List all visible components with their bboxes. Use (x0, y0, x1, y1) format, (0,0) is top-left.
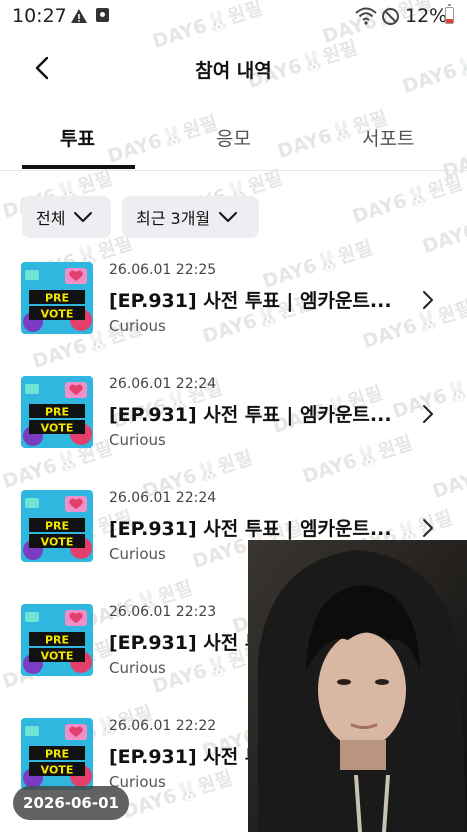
chevron-down-icon (219, 212, 238, 222)
thumb-line1: PRE (45, 634, 69, 647)
item-date: 26.06.01 22:25 (109, 262, 217, 278)
item-title: [EP.931] 사전 투표 | 엠카운트... (109, 290, 392, 312)
thumb-line2: VOTE (41, 308, 74, 321)
thumb-line2: VOTE (41, 764, 74, 777)
thumb-line1: PRE (45, 406, 69, 419)
notification-icon (96, 8, 109, 22)
tab-vote[interactable]: 투표 (60, 124, 95, 151)
item-subtitle: Curious (109, 431, 166, 449)
period-filter-label: 최근 3개월 (136, 209, 211, 228)
page-title: 참여 내역 (195, 60, 272, 82)
item-subtitle: Curious (109, 317, 166, 335)
item-subtitle: Curious (109, 545, 166, 563)
item-date: 26.06.01 22:22 (109, 718, 217, 734)
thumb-line2: VOTE (41, 422, 74, 435)
period-filter-dropdown[interactable]: 최근 3개월 (122, 196, 259, 238)
do-not-disturb-icon (381, 7, 400, 30)
item-title: [EP.931] 사전 투표 | 엠카운트... (109, 404, 392, 426)
wifi-icon (355, 7, 377, 29)
pre-vote-thumbnail: PRE VOTE (21, 604, 93, 676)
chevron-down-icon (74, 212, 93, 222)
app-header: 참여 내역 (0, 40, 467, 96)
tab-bar: 투표 응모 서포트 (0, 108, 467, 171)
item-date: 26.06.01 22:23 (109, 604, 217, 620)
item-title: [EP.931] 사전 투표 | 엠카운트... (109, 518, 392, 540)
status-bar: 10:27 12% (0, 0, 467, 34)
active-tab-indicator (22, 165, 135, 169)
thumb-line2: VOTE (41, 650, 74, 663)
scope-filter-dropdown[interactable]: 전체 (22, 196, 111, 238)
item-date: 26.06.01 22:24 (109, 490, 217, 506)
tab-apply[interactable]: 응모 (216, 124, 251, 151)
chevron-right-icon (423, 405, 433, 423)
status-time: 10:27 (12, 5, 67, 27)
pre-vote-thumbnail: PRE VOTE (21, 262, 93, 334)
pre-vote-thumbnail: PRE VOTE (21, 376, 93, 448)
thumb-line1: PRE (45, 292, 69, 305)
battery-percent: 12% (405, 5, 448, 27)
video-pip-overlay[interactable] (248, 540, 467, 832)
vote-history-item[interactable]: PRE VOTE 26.06.01 22:24 [EP.931] 사전 투표 |… (0, 376, 467, 476)
thumb-line2: VOTE (41, 536, 74, 549)
chevron-right-icon (423, 291, 433, 309)
item-date: 26.06.01 22:24 (109, 376, 217, 392)
pre-vote-thumbnail: PRE VOTE (21, 718, 93, 790)
tab-support[interactable]: 서포트 (362, 124, 414, 151)
chevron-right-icon (423, 519, 433, 537)
warning-icon (70, 8, 88, 28)
date-chip: 2026-06-01 (13, 786, 129, 820)
person-photo (248, 540, 467, 832)
thumb-line1: PRE (45, 520, 69, 533)
pre-vote-thumbnail: PRE VOTE (21, 490, 93, 562)
thumb-line1: PRE (45, 748, 69, 761)
item-subtitle: Curious (109, 659, 166, 677)
watermark-text: DAY6🐰원필 (419, 201, 467, 259)
battery-icon (445, 4, 454, 24)
watermark-text: DAY6🐰원필 (349, 171, 466, 229)
scope-filter-label: 전체 (36, 209, 66, 228)
vote-history-item[interactable]: PRE VOTE 26.06.01 22:25 [EP.931] 사전 투표 |… (0, 262, 467, 362)
